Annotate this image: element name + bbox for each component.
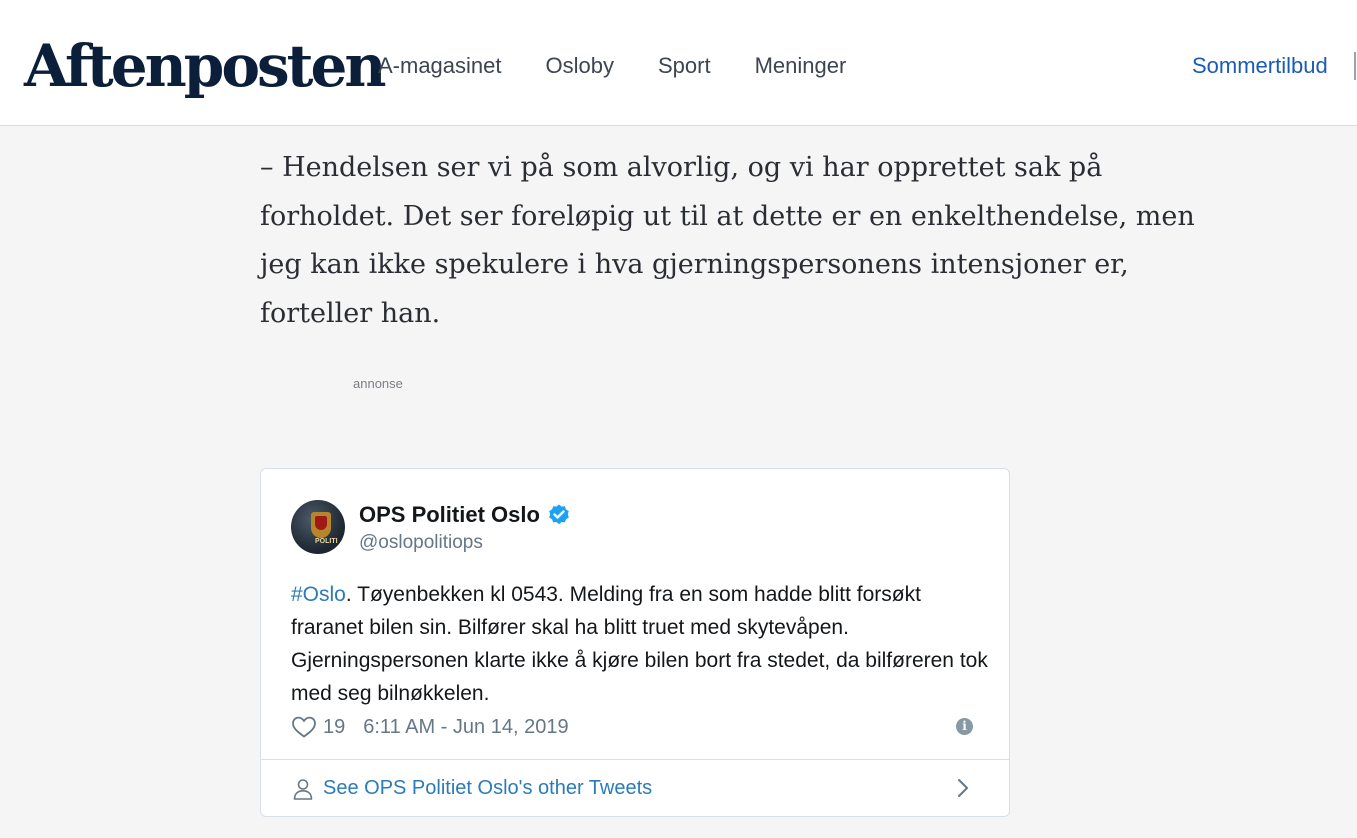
other-tweets-link[interactable]: See OPS Politiet Oslo's other Tweets [261, 759, 1009, 816]
hashtag-link[interactable]: #Oslo [291, 583, 346, 606]
tweet-avatar[interactable]: POLITI [291, 500, 345, 554]
verified-icon [549, 504, 569, 525]
police-shield-icon [315, 516, 327, 530]
tweet-body-text: . Tøyenbekken kl 0543. Melding fra en so… [291, 583, 988, 705]
like-count: 19 [323, 715, 346, 738]
nav-item-sport[interactable]: Sport [658, 52, 711, 80]
tweet-text: #Oslo. Tøyenbekken kl 0543. Melding fra … [291, 578, 991, 710]
promo-link[interactable]: Sommertilbud [1192, 52, 1328, 80]
embedded-tweet: POLITI OPS Politiet Oslo @oslopolitiops … [260, 468, 1010, 817]
aftenposten-logo[interactable]: Aftenposten [24, 28, 387, 104]
main-nav: A-magasinet Osloby Sport Meninger [378, 52, 890, 80]
tweet-author-name-text: OPS Politiet Oslo [359, 502, 540, 527]
header-divider [1354, 52, 1356, 80]
heart-icon[interactable] [291, 715, 317, 739]
info-icon[interactable]: i [956, 718, 973, 735]
nav-item-osloby[interactable]: Osloby [546, 52, 614, 80]
person-icon [293, 779, 313, 800]
other-tweets-label: See OPS Politiet Oslo's other Tweets [323, 777, 653, 799]
ad-label: annonse [353, 376, 403, 391]
nav-item-meninger[interactable]: Meninger [755, 52, 847, 80]
nav-item-a-magasinet[interactable]: A-magasinet [378, 52, 502, 80]
article-paragraph: – Hendelsen ser vi på som alvorlig, og v… [260, 152, 1195, 329]
tweet-timestamp[interactable]: 6:11 AM - Jun 14, 2019 [363, 716, 568, 739]
avatar-text: POLITI [315, 538, 338, 545]
site-header: Aftenposten A-magasinet Osloby Sport Men… [0, 0, 1357, 126]
tweet-meta: 19 6:11 AM - Jun 14, 2019 [291, 715, 569, 739]
tweet-author-handle[interactable]: @oslopolitiops [359, 532, 483, 554]
tweet-author-name[interactable]: OPS Politiet Oslo [359, 502, 571, 528]
chevron-right-icon [958, 779, 968, 797]
